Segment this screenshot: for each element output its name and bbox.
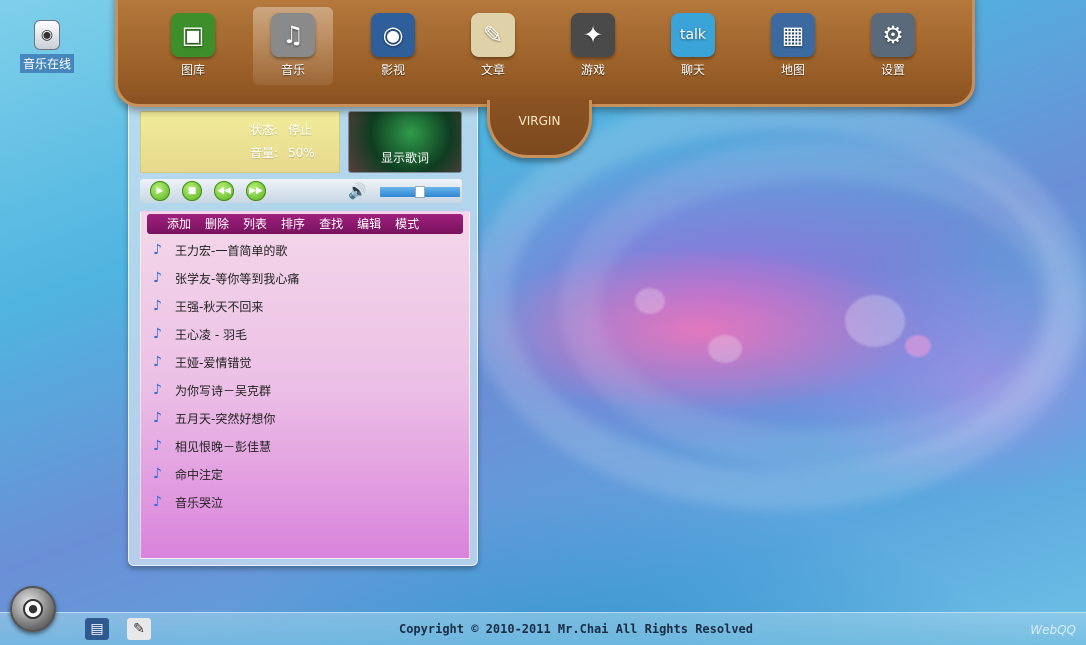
volume-slider[interactable]: [380, 186, 460, 198]
music-note-icon: ♪: [153, 438, 162, 454]
speaker-icon: ◉: [34, 20, 60, 50]
volume-slider-thumb[interactable]: [415, 186, 425, 198]
dock-item-label: 游戏: [580, 63, 605, 77]
document-icon: ✎: [471, 13, 515, 57]
volume-row: 音量: 50%: [250, 144, 315, 161]
playlist-menu-item[interactable]: 排序: [281, 214, 305, 234]
volume-label: 音量:: [250, 146, 279, 160]
playback-controls: ▶ ■ ◀◀ ▶▶ 🔊: [140, 179, 462, 203]
dock-item-label: 音乐: [280, 63, 305, 77]
track-name: 王心凌 - 羽毛: [175, 327, 247, 342]
dock-tab-label: VIRGIN: [518, 113, 561, 128]
dock-item-7[interactable]: ⚙ 设置: [853, 7, 933, 85]
background-bokeh: [635, 288, 665, 314]
track-item[interactable]: ♪ 王心凌 - 羽毛: [153, 324, 247, 344]
dock-item-label: 文章: [480, 63, 505, 77]
talk-icon: talk: [671, 13, 715, 57]
start-button[interactable]: ●: [10, 586, 56, 632]
track-name: 王娅-爱情错觉: [175, 355, 252, 370]
play-icon[interactable]: ▶: [150, 181, 170, 201]
dock-item-6[interactable]: ▦ 地图: [753, 7, 833, 85]
dock-item-5[interactable]: talk 聊天: [653, 7, 733, 85]
volume-value: 50%: [288, 146, 315, 160]
taskbar-edit-icon[interactable]: ✎: [127, 618, 151, 640]
dock-item-4[interactable]: ✦ 游戏: [553, 7, 633, 85]
music-note-icon: ♪: [153, 354, 162, 370]
player-info-panel: 状态: 停止 音量: 50%: [140, 111, 340, 173]
dock-item-label: 影视: [380, 63, 405, 77]
track-name: 王力宏-一首简单的歌: [175, 243, 288, 258]
track-item[interactable]: ♪ 音乐哭泣: [153, 492, 223, 512]
gamepad-icon: ✦: [571, 13, 615, 57]
desktop-icon-label: 音乐在线: [19, 54, 74, 73]
top-dock: ▣ 图库 ♫ 音乐 ◉ 影视 ✎ 文章 ✦ 游戏 talk 聊天 ▦ 地图 ⚙ 设置: [115, 0, 975, 107]
track-item[interactable]: ♪ 为你写诗－吴克群: [153, 380, 271, 400]
track-name: 五月天-突然好想你: [175, 411, 276, 426]
dock-item-label: 地图: [780, 63, 805, 77]
dock-item-label: 聊天: [680, 63, 705, 77]
dock-item-3[interactable]: ✎ 文章: [453, 7, 533, 85]
playlist-menu-item[interactable]: 编辑: [357, 214, 381, 234]
track-item[interactable]: ♪ 王娅-爱情错觉: [153, 352, 251, 372]
track-name: 为你写诗－吴克群: [175, 383, 272, 398]
background-bokeh: [845, 295, 905, 347]
start-logo-icon: ●: [23, 599, 43, 619]
gallery-icon: ▣: [171, 13, 215, 57]
volume-speaker-icon[interactable]: 🔊: [348, 182, 367, 200]
track-name: 王强-秋天不回来: [175, 299, 264, 314]
status-label: 状态:: [250, 123, 279, 137]
dock-tab[interactable]: VIRGIN: [487, 100, 592, 158]
track-name: 相见恨晚－彭佳慧: [175, 439, 272, 454]
music-note-icon: ♪: [153, 494, 162, 510]
track-item[interactable]: ♪ 王强-秋天不回来: [153, 296, 263, 316]
background-bokeh: [708, 335, 742, 363]
playlist-menu-bar: 添加 删除 列表 排序 查找 编辑 模式: [147, 214, 463, 234]
music-note-icon: ♪: [153, 242, 162, 258]
music-icon: ♫: [271, 13, 315, 57]
music-player-window: 状态: 停止 音量: 50% 显示歌词 ▶ ■ ◀◀ ▶▶ 🔊 添加 删除 列表 排序 查找…: [128, 98, 478, 566]
dock-item-label: 设置: [880, 63, 905, 77]
status-row: 状态: 停止: [250, 121, 312, 138]
background-bokeh: [905, 335, 931, 357]
music-note-icon: ♪: [153, 270, 162, 286]
fast-forward-icon[interactable]: ▶▶: [246, 181, 266, 201]
dock-item-2[interactable]: ◉ 影视: [353, 7, 433, 85]
track-item[interactable]: ♪ 王力宏-一首简单的歌: [153, 240, 287, 260]
show-lyrics-label: 显示歌词: [380, 151, 429, 165]
playlist-menu-item[interactable]: 查找: [319, 214, 343, 234]
playlist-menu-item[interactable]: 添加: [167, 214, 191, 234]
status-value: 停止: [288, 123, 313, 137]
track-name: 张学友-等你等到我心痛: [175, 271, 300, 286]
playlist-menu-item[interactable]: 列表: [243, 214, 267, 234]
playlist-menu-item[interactable]: 模式: [395, 214, 419, 234]
track-name: 命中注定: [175, 467, 224, 482]
music-note-icon: ♪: [153, 298, 162, 314]
playlist-menu-item[interactable]: 删除: [205, 214, 229, 234]
dock-item-0[interactable]: ▣ 图库: [153, 7, 233, 85]
dock-item-1[interactable]: ♫ 音乐: [253, 7, 333, 85]
track-name: 音乐哭泣: [175, 495, 224, 510]
taskbar-film-icon[interactable]: ▤: [85, 618, 109, 640]
music-note-icon: ♪: [153, 382, 162, 398]
desktop-icon-music-online[interactable]: ◉ 音乐在线: [18, 20, 76, 73]
track-item[interactable]: ♪ 相见恨晚－彭佳慧: [153, 436, 271, 456]
music-note-icon: ♪: [153, 466, 162, 482]
rewind-icon[interactable]: ◀◀: [214, 181, 234, 201]
stop-icon[interactable]: ■: [182, 181, 202, 201]
playlist-panel: 添加 删除 列表 排序 查找 编辑 模式 ♪ 王力宏-一首简单的歌 ♪ 张学友-等你等到我心痛 ♪ 王…: [140, 211, 470, 559]
settings-gear-icon: ⚙: [871, 13, 915, 57]
music-note-icon: ♪: [153, 410, 162, 426]
track-item[interactable]: ♪ 五月天-突然好想你: [153, 408, 275, 428]
music-note-icon: ♪: [153, 326, 162, 342]
copyright-text: Copyright © 2010-2011 Mr.Chai All Rights…: [398, 622, 753, 636]
show-lyrics-button[interactable]: 显示歌词: [348, 111, 462, 173]
map-icon: ▦: [771, 13, 815, 57]
film-reel-icon: ◉: [371, 13, 415, 57]
brand-watermark: WebQQ: [1030, 623, 1076, 637]
track-item[interactable]: ♪ 张学友-等你等到我心痛: [153, 268, 299, 288]
dock-item-label: 图库: [180, 63, 205, 77]
track-item[interactable]: ♪ 命中注定: [153, 464, 223, 484]
taskbar: Copyright © 2010-2011 Mr.Chai All Rights…: [0, 612, 1086, 645]
